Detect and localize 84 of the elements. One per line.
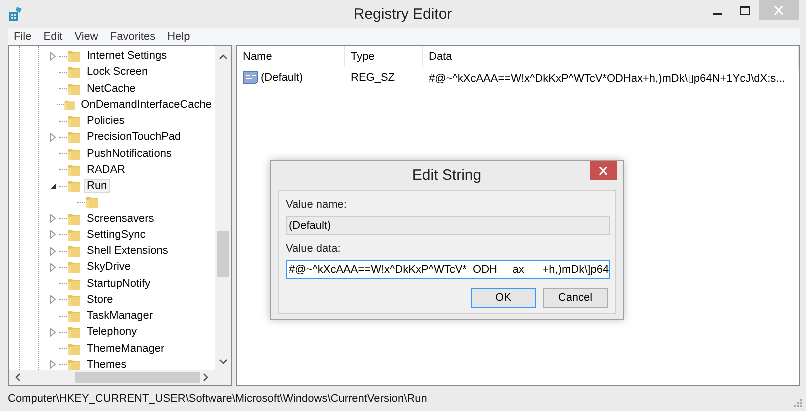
cancel-button[interactable]: Cancel bbox=[543, 288, 608, 308]
tree-item[interactable]: PrecisionTouchPad bbox=[84, 130, 184, 144]
collapsed-arrow-icon[interactable] bbox=[50, 360, 56, 370]
column-header[interactable]: Data bbox=[423, 46, 799, 67]
folder-icon bbox=[67, 82, 81, 96]
collapsed-arrow-icon[interactable] bbox=[50, 214, 56, 224]
dialog-title: Edit String bbox=[412, 167, 482, 184]
folder-icon bbox=[67, 342, 81, 356]
folder-icon bbox=[67, 114, 81, 128]
tree-item[interactable]: SkyDrive bbox=[84, 260, 134, 274]
scrollbar-thumb[interactable] bbox=[75, 372, 200, 383]
scroll-left-icon[interactable] bbox=[15, 373, 21, 382]
tree-item[interactable]: Themes bbox=[84, 358, 130, 370]
menu-item[interactable]: Help bbox=[162, 30, 196, 42]
collapsed-arrow-icon[interactable] bbox=[50, 230, 56, 240]
tree-item[interactable]: RADAR bbox=[84, 162, 129, 177]
menu-item[interactable]: Favorites bbox=[104, 30, 162, 42]
close-icon bbox=[599, 166, 608, 174]
maximize-icon bbox=[740, 6, 750, 14]
tree-item[interactable]: TaskManager bbox=[84, 309, 156, 324]
folder-icon bbox=[67, 325, 81, 340]
tree-item[interactable]: Policies bbox=[84, 114, 128, 128]
folder-icon bbox=[67, 212, 81, 226]
minimize-icon bbox=[712, 12, 722, 14]
scroll-right-icon[interactable] bbox=[203, 373, 209, 382]
collapsed-arrow-icon[interactable] bbox=[50, 262, 56, 272]
tree-item[interactable]: Screensavers bbox=[84, 212, 158, 226]
vertical-scrollbar[interactable] bbox=[215, 46, 231, 370]
value-name: (Default) bbox=[261, 72, 304, 84]
tree-item[interactable]: Lock Screen bbox=[84, 65, 152, 80]
tree-item[interactable]: Shell Extensions bbox=[84, 244, 172, 258]
collapsed-arrow-icon[interactable] bbox=[50, 132, 56, 142]
expanded-arrow-icon[interactable] bbox=[50, 182, 56, 190]
folder-icon bbox=[67, 260, 81, 274]
folder-icon bbox=[67, 179, 81, 194]
collapsed-arrow-icon[interactable] bbox=[50, 295, 56, 304]
folder-icon bbox=[67, 228, 81, 242]
collapsed-arrow-icon[interactable] bbox=[50, 52, 56, 61]
collapsed-arrow-icon[interactable] bbox=[50, 328, 56, 337]
menu-item[interactable]: Edit bbox=[38, 30, 69, 42]
scroll-up-icon[interactable] bbox=[218, 54, 228, 60]
close-icon bbox=[774, 6, 784, 14]
value-name-field[interactable]: (Default) bbox=[286, 216, 610, 235]
value-data: #@~^kXcAAA==W!x^DkKxP^WTcV*ODHax+h,)mDk\▯p64N+1YcJ\dX:s... bbox=[428, 72, 786, 84]
folder-icon bbox=[67, 276, 81, 291]
scroll-down-icon[interactable] bbox=[218, 359, 228, 365]
folder-icon bbox=[67, 162, 81, 177]
collapsed-arrow-icon[interactable] bbox=[50, 246, 56, 256]
folder-icon bbox=[67, 309, 81, 324]
status-path: Computer\HKEY_CURRENT_USER\Software\Microsoft\Windows\CurrentVersion\Run bbox=[8, 392, 428, 404]
folder-icon bbox=[67, 358, 81, 370]
registry-icon bbox=[8, 6, 24, 22]
value-type: REG_SZ bbox=[350, 72, 396, 84]
field-label: Value name: bbox=[286, 199, 348, 213]
tree-item[interactable]: OnDemandInterfaceCache bbox=[78, 98, 215, 112]
tree-item[interactable]: NetCache bbox=[84, 82, 139, 96]
window-title: Registry Editor bbox=[354, 6, 452, 22]
folder-icon bbox=[67, 130, 81, 144]
column-header[interactable]: Name bbox=[237, 46, 345, 67]
folder-icon bbox=[67, 146, 81, 161]
scrollbar-thumb[interactable] bbox=[217, 231, 229, 277]
menu-item[interactable]: File bbox=[8, 30, 38, 42]
value-data-field[interactable]: #@~^kXcAAA==W!x^DkKxP^WTcV* ODH ax +h,)mDk\]p64 bbox=[286, 260, 610, 279]
tree-item[interactable]: StartupNotify bbox=[84, 276, 154, 291]
folder-icon bbox=[85, 195, 99, 210]
tree-item[interactable]: SettingSync bbox=[84, 228, 149, 242]
tree-item[interactable]: ThemeManager bbox=[84, 342, 168, 356]
menu-item[interactable]: View bbox=[68, 30, 104, 42]
tree-item[interactable]: Store bbox=[84, 292, 116, 307]
ok-button[interactable]: OK bbox=[471, 288, 536, 308]
folder-icon bbox=[67, 65, 81, 80]
folder-icon bbox=[67, 244, 81, 258]
tree-item[interactable]: Internet Settings bbox=[84, 49, 170, 64]
tree-item[interactable]: Run bbox=[84, 179, 110, 194]
tree-item[interactable]: PushNotifications bbox=[84, 146, 175, 161]
resize-grip-icon[interactable] bbox=[794, 399, 802, 407]
tree-item[interactable]: Telephony bbox=[84, 325, 140, 340]
column-header[interactable]: Type bbox=[345, 46, 423, 67]
folder-icon bbox=[67, 49, 81, 64]
horizontal-scrollbar[interactable] bbox=[9, 370, 215, 385]
close-button[interactable] bbox=[590, 161, 617, 180]
string-value-icon bbox=[243, 71, 259, 85]
field-label: Value data: bbox=[286, 243, 342, 257]
folder-icon bbox=[67, 292, 81, 307]
